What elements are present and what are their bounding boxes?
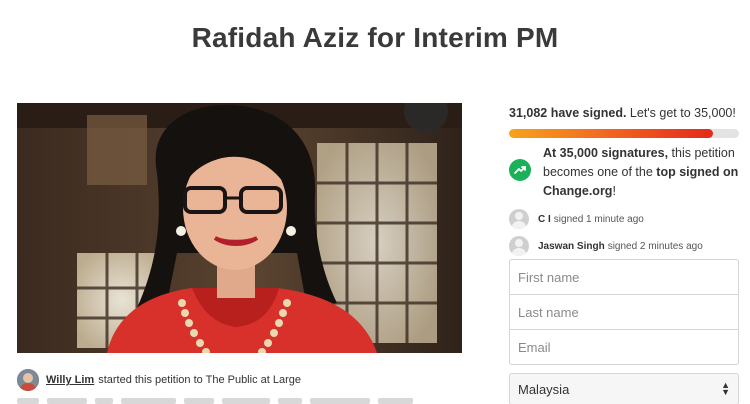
email-field[interactable]	[509, 329, 739, 365]
recent-signer: Jaswan Singh signed 2 minutes ago	[509, 236, 703, 256]
milestone-notice: At 35,000 signatures, this petition beco…	[509, 144, 744, 201]
milestone-threshold: At 35,000 signatures,	[543, 146, 669, 160]
signature-progress-bar	[509, 129, 739, 138]
author-avatar	[17, 369, 39, 391]
goal-text: Let's get to 35,000!	[629, 106, 736, 120]
progress-fill	[509, 129, 714, 138]
country-select[interactable]: Malaysia ▲ ▼	[509, 373, 739, 404]
petition-photo	[17, 103, 462, 353]
signer-name: C I	[538, 213, 551, 225]
select-arrows-icon: ▲ ▼	[721, 380, 730, 397]
signer-time: signed 2 minutes ago	[607, 240, 703, 252]
milestone-text: At 35,000 signatures, this petition beco…	[543, 144, 744, 201]
signer-avatar	[509, 209, 529, 229]
petition-starter: Willy Lim started this petition to The P…	[17, 369, 301, 391]
signer-time: signed 1 minute ago	[553, 213, 644, 225]
signature-count: 31,082 have signed. Let's get to 35,000!	[509, 106, 736, 120]
signer-name: Jaswan Singh	[538, 240, 605, 252]
author-link[interactable]: Willy Lim	[46, 374, 94, 386]
page-title: Rafidah Aziz for Interim PM	[191, 22, 559, 53]
recent-signer: C I signed 1 minute ago	[509, 209, 644, 229]
petition-body-preview	[17, 398, 462, 404]
trending-up-icon	[509, 159, 531, 181]
last-name-field[interactable]	[509, 294, 739, 330]
started-text: started this petition to The Public at L…	[98, 374, 301, 386]
country-value: Malaysia	[518, 381, 570, 397]
milestone-end: !	[612, 184, 616, 198]
signer-avatar	[509, 236, 529, 256]
signed-count: 31,082 have signed.	[509, 106, 627, 120]
portrait-image	[17, 103, 462, 353]
first-name-field[interactable]	[509, 259, 739, 295]
